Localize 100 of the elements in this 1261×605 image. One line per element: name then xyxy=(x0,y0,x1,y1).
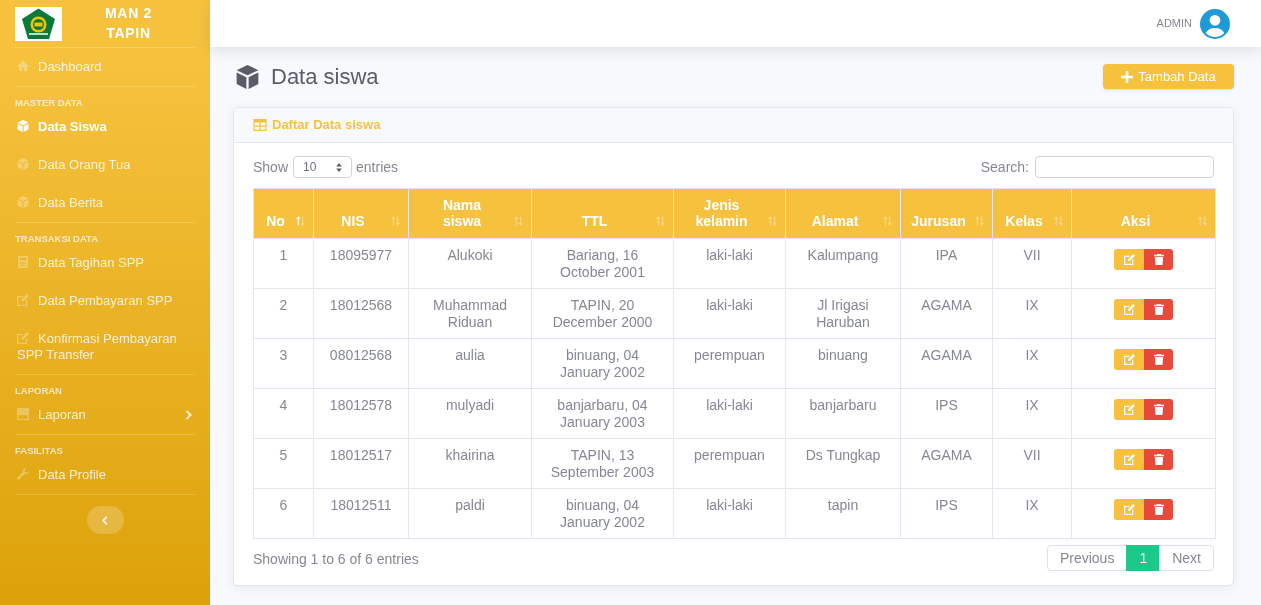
table-cell: VII xyxy=(992,238,1072,289)
table-cell: TAPIN, 13 September 2003 xyxy=(531,438,674,489)
table-cell: IPS xyxy=(900,388,993,439)
table-cell: 08012568 xyxy=(313,338,409,389)
table-cell: Kalumpang xyxy=(785,238,901,289)
table-cell: 2 xyxy=(253,288,314,339)
sidebar-item[interactable]: Konfirmasi Pembayaran SPP Transfer xyxy=(0,320,210,374)
table-cell: VII xyxy=(992,438,1072,489)
user-name[interactable]: ADMIN xyxy=(1156,15,1192,32)
emblem-logo xyxy=(15,6,62,41)
sort-caret-icon xyxy=(336,162,343,172)
table-cell: perempuan xyxy=(673,438,786,489)
sidebar-toggle-button[interactable] xyxy=(86,506,124,534)
column-header[interactable]: Kelas xyxy=(992,188,1072,239)
page-button[interactable]: 1 xyxy=(1126,545,1161,571)
table-cell: paldi xyxy=(408,488,532,539)
edit-button[interactable] xyxy=(1114,449,1144,470)
table-icon xyxy=(253,119,267,131)
sidebar-heading: FASILITAS xyxy=(15,445,63,456)
sidebar-item[interactable]: Data Berita xyxy=(0,184,210,222)
column-header[interactable]: No xyxy=(253,188,314,239)
table-cell: IPS xyxy=(900,488,993,539)
table-cell: binuang xyxy=(785,338,901,389)
sidebar-heading: MASTER DATA xyxy=(15,97,83,108)
sidebar-item[interactable]: Data Tagihan SPP xyxy=(0,244,210,282)
table-cell: IX xyxy=(992,388,1072,439)
sidebar-item[interactable]: Data Orang Tua xyxy=(0,146,210,184)
home-icon xyxy=(17,60,29,72)
length-label: entries xyxy=(356,157,399,177)
delete-button[interactable] xyxy=(1144,449,1173,470)
table-cell: Jl Irigasi Haruban xyxy=(785,288,901,339)
table-cell: IX xyxy=(992,338,1072,389)
table-cell: Ds Tungkap xyxy=(785,438,901,489)
table-cell: banjarbaru xyxy=(785,388,901,439)
drive-icon xyxy=(17,408,29,420)
table-cell: banjarbaru, 04 January 2003 xyxy=(531,388,674,439)
trash-icon xyxy=(1153,304,1164,315)
page-title: Data siswa xyxy=(271,63,379,90)
wrench-icon xyxy=(17,468,29,480)
edit-button[interactable] xyxy=(1114,499,1144,520)
trash-icon xyxy=(1153,354,1164,365)
table-cell: Muhammad Riduan xyxy=(408,288,532,339)
column-header[interactable]: NIS xyxy=(313,188,409,239)
sidebar-heading: TRANSAKSI DATA xyxy=(15,233,99,244)
delete-button[interactable] xyxy=(1144,249,1173,270)
length-label: Show xyxy=(253,157,289,177)
cube-icon xyxy=(17,196,29,208)
table-cell: 18095977 xyxy=(313,238,409,289)
table-cell: aulia xyxy=(408,338,532,389)
sidebar-item[interactable]: Laporan xyxy=(0,396,210,434)
delete-button[interactable] xyxy=(1144,499,1173,520)
table-cell: 18012511 xyxy=(313,488,409,539)
trash-icon xyxy=(1153,454,1164,465)
table-cell: AGAMA xyxy=(900,338,993,389)
search-field[interactable] xyxy=(1035,156,1214,178)
trash-icon xyxy=(1153,504,1164,515)
delete-button[interactable] xyxy=(1144,399,1173,420)
chevron-left-icon xyxy=(102,515,108,525)
table-cell: binuang, 04 January 2002 xyxy=(531,488,674,539)
table-info: Showing 1 to 6 of 6 entries xyxy=(253,550,419,569)
column-header[interactable]: TTL xyxy=(531,188,674,239)
table-cell: TAPIN, 20 December 2000 xyxy=(531,288,674,339)
table-cell: IPA xyxy=(900,238,993,289)
plus-icon xyxy=(1121,70,1134,83)
edit-button[interactable] xyxy=(1114,399,1144,420)
table-cell: Alukoki xyxy=(408,238,532,289)
table-cell: 1 xyxy=(253,238,314,289)
table-cell: binuang, 04 January 2002 xyxy=(531,338,674,389)
sidebar-item[interactable]: Dashboard xyxy=(0,48,210,86)
delete-button[interactable] xyxy=(1144,299,1173,320)
trash-icon xyxy=(1153,254,1164,265)
table-cell: 18012517 xyxy=(313,438,409,489)
table-cell: AGAMA xyxy=(900,438,993,489)
table-cell: khairina xyxy=(408,438,532,489)
table-cell: tapin xyxy=(785,488,901,539)
table-cell: Bariang, 16 October 2001 xyxy=(531,238,674,289)
sidebar-heading: LAPORAN xyxy=(15,385,62,396)
column-header[interactable]: Alamat xyxy=(785,188,901,239)
column-header[interactable]: Aksi xyxy=(1071,188,1216,239)
column-header[interactable]: Jurusan xyxy=(900,188,993,239)
table-cell: perempuan xyxy=(673,338,786,389)
trash-icon xyxy=(1153,404,1164,415)
delete-button[interactable] xyxy=(1144,349,1173,370)
add-button[interactable]: Tambah Data xyxy=(1103,64,1234,89)
table-cell: mulyadi xyxy=(408,388,532,439)
edit-button[interactable] xyxy=(1114,299,1144,320)
table-cell: laki-laki xyxy=(673,388,786,439)
sidebar-item[interactable]: Data Pembayaran SPP xyxy=(0,282,210,320)
edit-button[interactable] xyxy=(1114,349,1144,370)
entries-select[interactable]: 10 xyxy=(293,156,353,178)
sidebar-item[interactable]: Data Profile xyxy=(0,456,210,494)
column-header[interactable]: Nama siswa xyxy=(408,188,532,239)
edit-button[interactable] xyxy=(1114,249,1144,270)
sidebar-item[interactable]: Data Siswa xyxy=(0,108,210,146)
table-cell: AGAMA xyxy=(900,288,993,339)
brand-name[interactable]: MAN 2 TAPIN xyxy=(96,2,161,43)
cube-icon xyxy=(235,64,260,89)
column-header[interactable]: Jenis kelamin xyxy=(673,188,786,239)
table-cell: 3 xyxy=(253,338,314,389)
user-avatar-icon xyxy=(1200,8,1230,39)
